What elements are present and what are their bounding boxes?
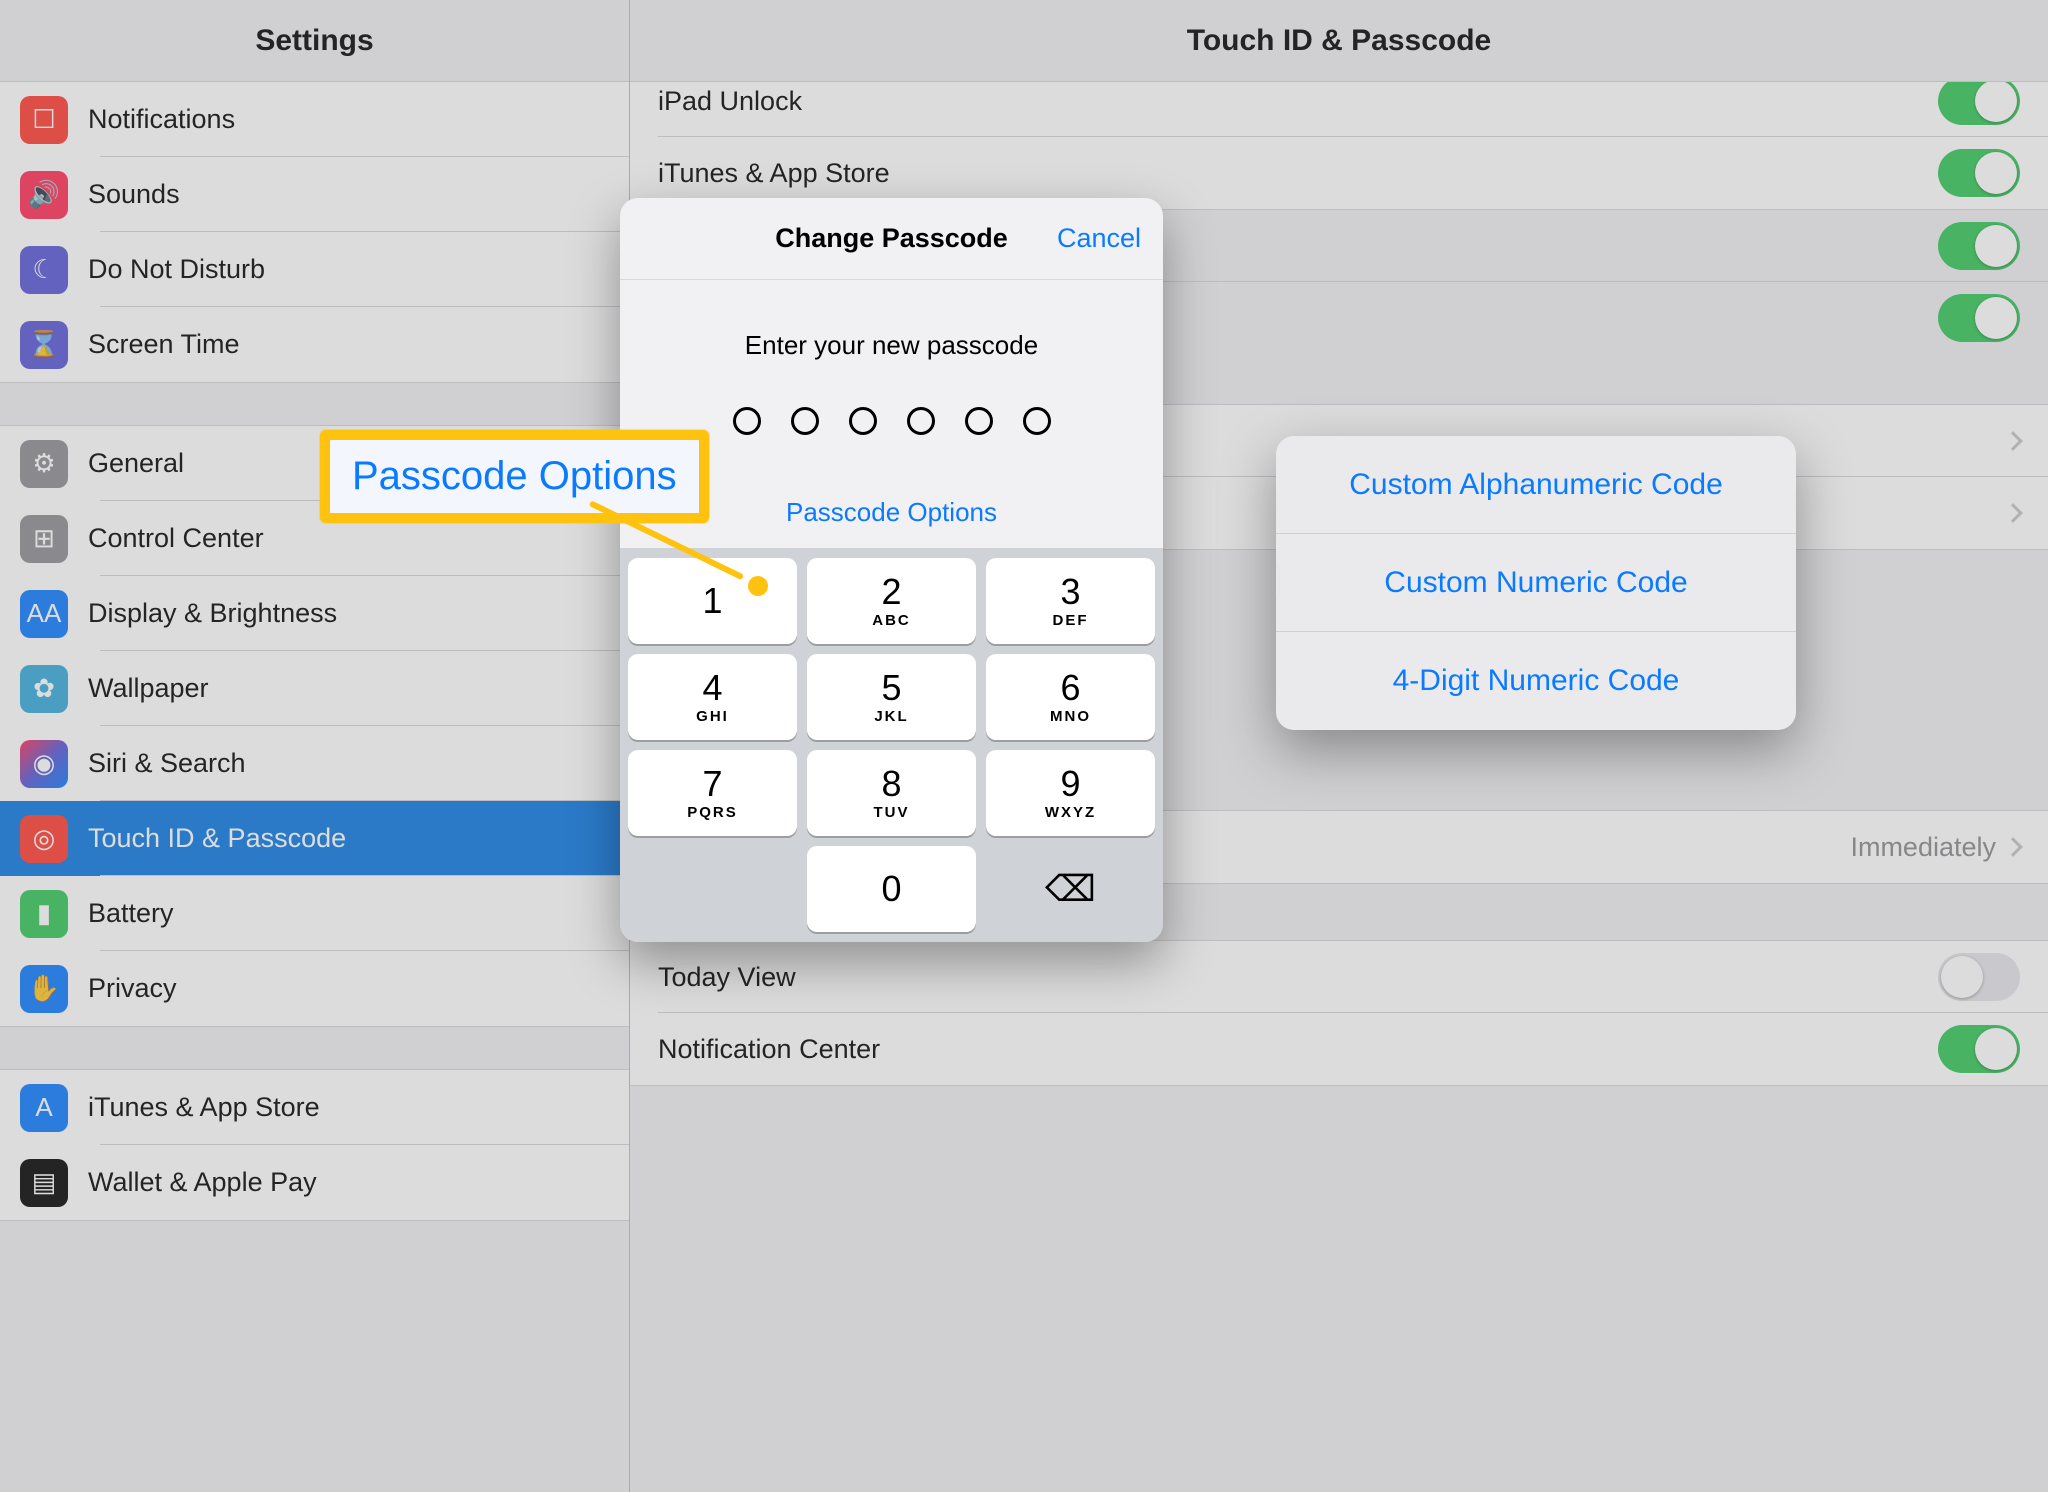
key-letters: WXYZ [1045, 804, 1096, 821]
passcode-dot [849, 407, 877, 435]
key-letters: PQRS [687, 804, 738, 821]
cancel-button[interactable]: Cancel [1057, 223, 1141, 254]
keypad-blank [628, 846, 797, 932]
key-number: 0 [881, 871, 901, 907]
backspace-key[interactable]: ⌫ [986, 846, 1155, 932]
keypad-key-7[interactable]: 7 PQRS [628, 750, 797, 836]
keypad-key-9[interactable]: 9 WXYZ [986, 750, 1155, 836]
key-number: 5 [881, 670, 901, 706]
popover-option[interactable]: 4-Digit Numeric Code [1276, 632, 1796, 730]
key-number: 6 [1060, 670, 1080, 706]
passcode-dot [733, 407, 761, 435]
keypad-key-2[interactable]: 2 ABC [807, 558, 976, 644]
key-number: 2 [881, 574, 901, 610]
key-number: 3 [1060, 574, 1080, 610]
key-letters: DEF [1053, 612, 1089, 629]
key-letters: JKL [874, 708, 908, 725]
keypad-key-0[interactable]: 0 [807, 846, 976, 932]
keypad-key-4[interactable]: 4 GHI [628, 654, 797, 740]
passcode-dot [965, 407, 993, 435]
key-number: 8 [881, 766, 901, 802]
keypad-key-6[interactable]: 6 MNO [986, 654, 1155, 740]
key-letters: GHI [696, 708, 729, 725]
key-number: 9 [1060, 766, 1080, 802]
passcode-options-popover: Custom Alphanumeric CodeCustom Numeric C… [1276, 436, 1796, 730]
passcode-dot [1023, 407, 1051, 435]
keypad-key-3[interactable]: 3 DEF [986, 558, 1155, 644]
key-letters: ABC [872, 612, 911, 629]
key-number: 1 [702, 583, 722, 619]
popover-option[interactable]: Custom Alphanumeric Code [1276, 436, 1796, 534]
modal-title: Change Passcode [775, 223, 1008, 254]
passcode-dot [791, 407, 819, 435]
key-number: 4 [702, 670, 722, 706]
callout-highlight: Passcode Options [320, 430, 709, 523]
keypad-key-8[interactable]: 8 TUV [807, 750, 976, 836]
keypad-key-5[interactable]: 5 JKL [807, 654, 976, 740]
keypad-key-1[interactable]: 1 [628, 558, 797, 644]
key-letters: MNO [1050, 708, 1091, 725]
root: Settings ☐Notifications🔊Sounds☾Do Not Di… [0, 0, 2048, 1492]
callout-text: Passcode Options [352, 454, 677, 498]
callout-dot [748, 576, 768, 596]
popover-option[interactable]: Custom Numeric Code [1276, 534, 1796, 632]
numeric-keypad: 1 2 ABC 3 DEF 4 GHI 5 JKL 6 MNO 7 PQRS 8 TUV 9 WXYZ 0 ⌫ [620, 548, 1163, 942]
key-letters: TUV [874, 804, 910, 821]
passcode-prompt: Enter your new passcode [620, 330, 1163, 361]
key-number: 7 [702, 766, 722, 802]
passcode-dot [907, 407, 935, 435]
modal-header: Change Passcode Cancel [620, 198, 1163, 280]
change-passcode-modal: Change Passcode Cancel Enter your new pa… [620, 198, 1163, 942]
